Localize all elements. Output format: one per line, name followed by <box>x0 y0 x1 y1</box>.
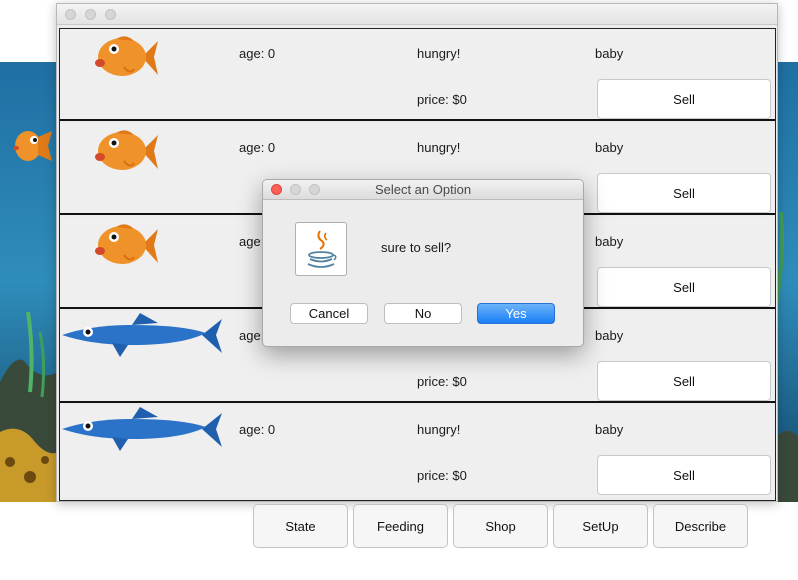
aquarium-goldfish-icon <box>13 131 52 161</box>
dialog-title: Select an Option <box>374 182 472 197</box>
fish-row: age: 0 hungry! baby price: $0 Sell <box>60 29 775 121</box>
dialog-zoom-button[interactable] <box>309 184 320 195</box>
dialog-minimize-button[interactable] <box>290 184 301 195</box>
fish-age: age: 0 <box>239 140 276 155</box>
fish-stage: baby <box>595 328 624 343</box>
fish-hunger-status: hungry! <box>417 422 461 437</box>
sell-button[interactable]: Sell <box>597 267 771 307</box>
fish-price: price: $0 <box>417 374 467 389</box>
setup-button[interactable]: SetUp <box>553 504 648 548</box>
describe-button[interactable]: Describe <box>653 504 748 548</box>
zoom-window-button[interactable] <box>105 9 116 20</box>
fish-age: age: 0 <box>239 422 276 437</box>
feeding-button[interactable]: Feeding <box>353 504 448 548</box>
java-coffee-icon <box>295 222 347 276</box>
state-button[interactable]: State <box>253 504 348 548</box>
fish-hunger-status: hungry! <box>417 46 461 61</box>
needlefish-icon <box>62 407 222 451</box>
sell-button[interactable]: Sell <box>597 173 771 213</box>
fish-hunger-status: hungry! <box>417 140 461 155</box>
sell-button[interactable]: Sell <box>597 455 771 495</box>
shop-button[interactable]: Shop <box>453 504 548 548</box>
fish-age: age: 0 <box>239 46 276 61</box>
sell-button[interactable]: Sell <box>597 79 771 119</box>
goldfish-icon <box>95 224 158 264</box>
minimize-window-button[interactable] <box>85 9 96 20</box>
fish-price: price: $0 <box>417 468 467 483</box>
fish-stage: baby <box>595 46 624 61</box>
goldfish-icon <box>95 130 158 170</box>
fish-stage: baby <box>595 422 624 437</box>
dialog-close-button[interactable] <box>271 184 282 195</box>
dialog-titlebar: Select an Option <box>263 180 583 200</box>
fish-row: age: 0 hungry! baby price: $0 Sell <box>60 405 775 497</box>
sell-confirm-dialog: Select an Option sure to sell? Cancel No… <box>262 179 584 347</box>
needlefish-icon <box>62 313 222 357</box>
no-button[interactable]: No <box>384 303 462 324</box>
window-titlebar <box>57 4 777 25</box>
goldfish-icon <box>95 36 158 76</box>
fish-stage: baby <box>595 140 624 155</box>
fish-stage: baby <box>595 234 624 249</box>
fish-age: age: <box>239 328 265 343</box>
cancel-button[interactable]: Cancel <box>290 303 368 324</box>
sell-button[interactable]: Sell <box>597 361 771 401</box>
close-window-button[interactable] <box>65 9 76 20</box>
fish-price: price: $0 <box>417 92 467 107</box>
dialog-message: sure to sell? <box>381 240 452 255</box>
yes-button[interactable]: Yes <box>477 303 555 324</box>
fish-age: age: <box>239 234 265 249</box>
